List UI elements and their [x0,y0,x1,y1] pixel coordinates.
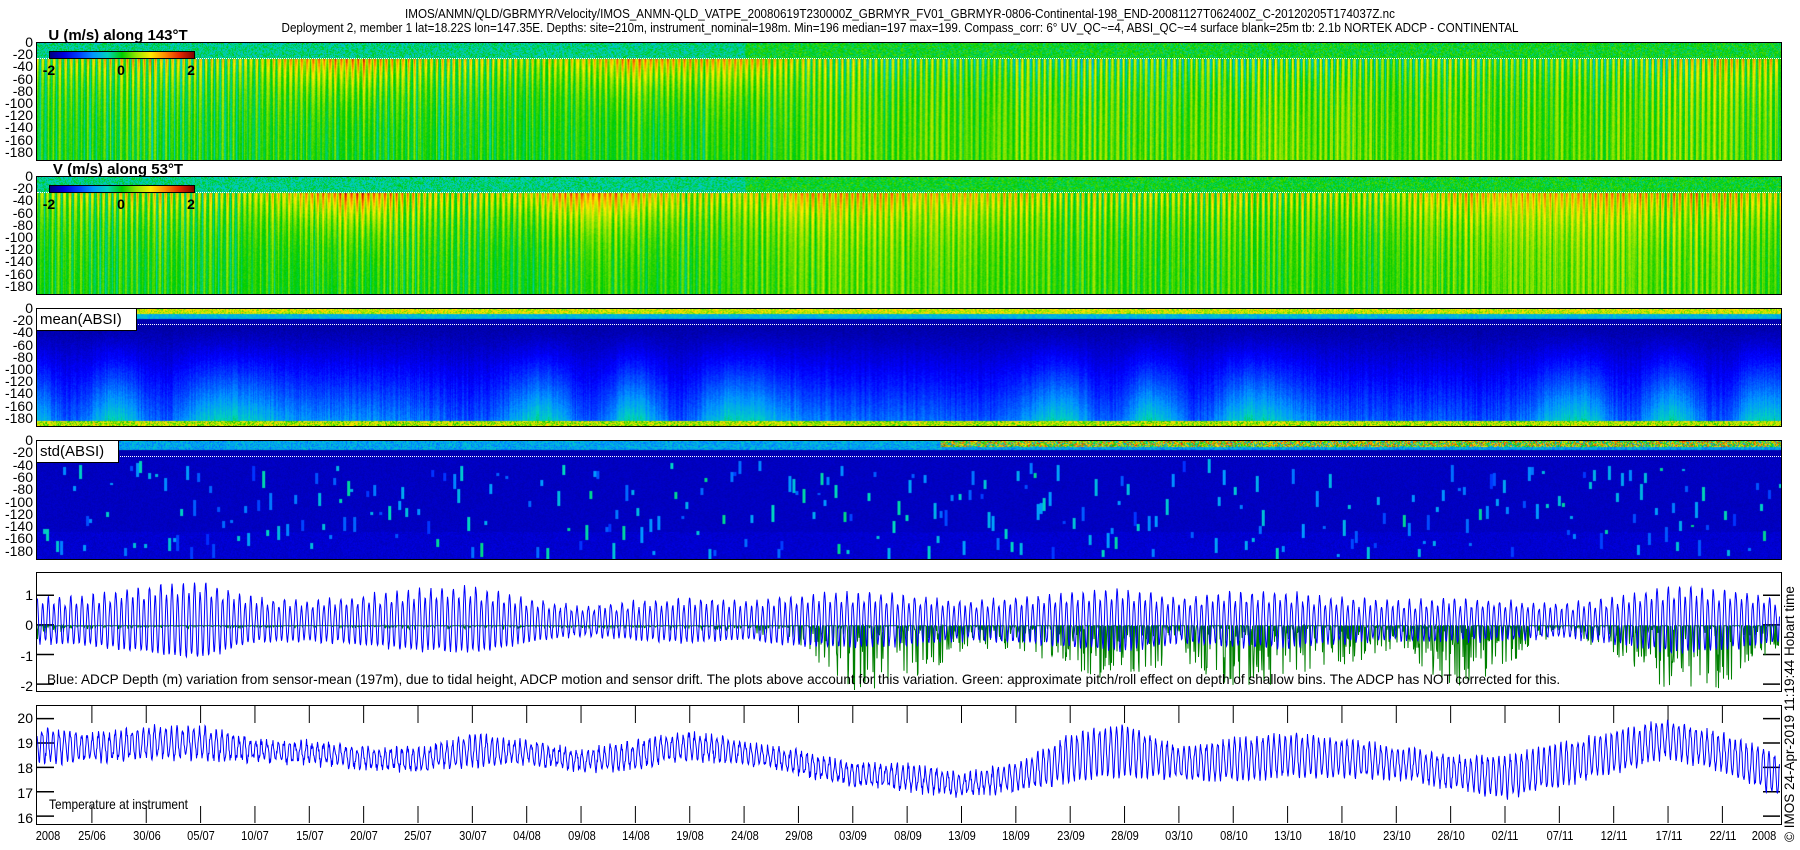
x-tick-label: 07/11 [1546,828,1574,843]
x-tick-label: 09/08 [567,828,596,843]
x-tick-label: 04/08 [513,828,542,843]
x-tick-label: 20/07 [350,828,378,843]
y-tick-label: -2 [20,677,33,694]
y-tick-label: 19 [17,735,33,751]
u-colorbar-tick-mid: 0 [117,62,125,78]
y-tick-label: -180 [4,542,33,559]
x-tick-label: 12/11 [1600,828,1628,843]
v-velocity-heatmap [36,176,1782,295]
x-tick-label: 03/09 [839,828,868,843]
title-line-1: IMOS/ANMN/QLD/GBRMYR/Velocity/IMOS_ANMN-… [405,7,1395,21]
surface-blank-line [37,324,1781,325]
v-velocity-image [37,177,1781,294]
x-tick-label: 03/10 [1165,828,1194,843]
x-tick-label: 23/10 [1382,828,1411,843]
x-tick-label: 15/07 [295,828,324,843]
v-colorbar-tick-mid: 0 [117,196,125,212]
x-tick-label: 10/07 [241,828,270,843]
v-colorbar-tick-min: -2 [42,196,56,212]
surface-blank-line [37,456,1781,458]
y-tick-label: -180 [4,277,33,294]
x-tick-label: 18/10 [1328,828,1357,843]
v-panel-title: V (m/s) along 53°T [52,161,184,178]
v-colorbar [49,185,195,193]
credit-text: © IMOS 24-Apr-2019 11:19:44 Hobart time [1782,586,1797,842]
y-tick-label: 20 [17,710,33,726]
v-colorbar-tick-max: 2 [187,196,195,212]
x-tick-label: 05/07 [187,828,215,843]
y-tick-label: -180 [4,409,33,426]
x-tick-label: 19/08 [676,828,705,843]
surface-blank-line [37,58,1781,59]
surface-blank-line [37,192,1781,193]
u-velocity-image [37,43,1781,160]
temperature-note: Temperature at instrument [49,796,188,812]
y-tick-label: 1 [25,586,33,603]
x-year-right: 2008 [1751,828,1777,843]
x-tick-label: 25/07 [404,828,433,843]
temperature-plot: Temperature at instrument [36,705,1782,825]
y-tick-label: -180 [4,143,33,160]
u-colorbar [49,51,195,59]
u-colorbar-tick-min: -2 [42,62,56,78]
x-tick-label: 24/08 [730,828,759,843]
x-tick-label: 25/06 [78,828,107,843]
depth-series-line [37,582,1780,659]
x-tick-label: 08/10 [1219,828,1248,843]
absi-mean-image [37,309,1781,426]
x-tick-label: 08/09 [893,828,922,843]
depth-note: Blue: ADCP Depth (m) variation from sens… [47,671,1561,687]
x-tick-label: 28/09 [1111,828,1139,843]
x-tick-label: 02/11 [1492,828,1519,843]
x-tick-label: 30/07 [458,828,487,843]
y-tick-label: 17 [17,785,33,801]
u-velocity-heatmap [36,42,1782,161]
x-year-left: 2008 [35,828,61,843]
x-tick-label: 22/11 [1709,828,1737,843]
u-colorbar-tick-max: 2 [187,62,195,78]
x-tick-label: 29/08 [785,828,813,843]
x-tick-label: 30/06 [132,828,161,843]
x-tick-label: 18/09 [1002,828,1031,843]
depth-variation-plot: Blue: ADCP Depth (m) variation from sens… [36,572,1782,692]
absi-std-heatmap: std(ABSI) [36,440,1782,560]
absi-std-image [37,441,1781,559]
temperature-plot-area [37,706,1780,823]
x-tick-label: 28/10 [1437,828,1465,843]
u-panel-title: U (m/s) along 143°T [48,27,188,44]
absi-mean-label: mean(ABSI) [37,309,137,331]
y-tick-label: 18 [17,760,33,776]
x-tick-label: 23/09 [1056,828,1085,843]
absi-std-label: std(ABSI) [37,441,120,463]
absi-mean-heatmap: mean(ABSI) [36,308,1782,427]
x-tick-label: 14/08 [622,828,650,843]
y-tick-label: 0 [25,617,33,634]
title-line-2: Deployment 2, member 1 lat=18.22S lon=14… [281,21,1519,35]
temperature-series-line [37,719,1780,800]
x-tick-label: 13/10 [1274,828,1302,843]
y-tick-label: -1 [20,647,33,664]
x-tick-label: 13/09 [948,828,976,843]
y-tick-label: 16 [17,810,33,826]
x-tick-label: 17/11 [1655,828,1682,843]
